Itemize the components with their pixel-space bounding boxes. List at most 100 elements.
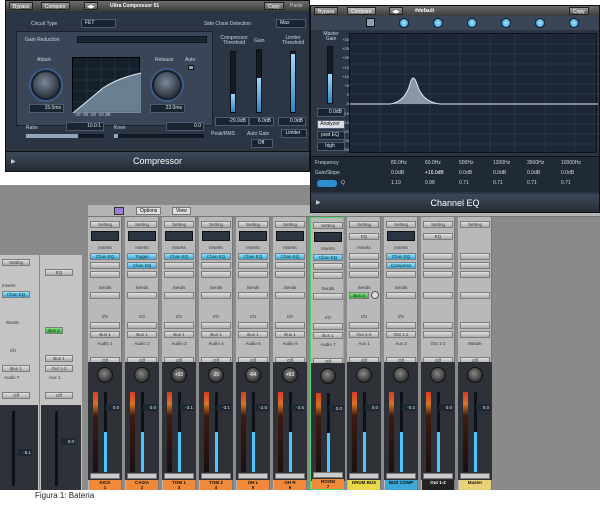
insert-slot-2[interactable] [423,262,453,269]
mute-solo-buttons[interactable] [275,473,305,479]
output-slot[interactable] [460,331,490,338]
automation-off[interactable]: Off [2,392,30,399]
mute-solo-buttons[interactable] [164,473,194,479]
setting-slot[interactable]: Setting [423,221,453,228]
send-slot[interactable] [90,292,120,299]
input-slot[interactable] [275,322,305,329]
channel-strip[interactable]: Setting Inserts Chan EQ Sends I/O Bus 1 Audio … [162,217,196,490]
copy-button[interactable]: Copy [264,2,284,10]
setting-slot[interactable]: Setting [313,222,343,229]
output2-slot[interactable]: Out 1-2 [45,365,73,372]
pan-knob[interactable]: -64 [245,367,261,383]
insert-slot-3[interactable] [238,271,268,278]
ratio-value[interactable]: 10.0:1 [66,122,104,131]
send-slot[interactable] [460,292,490,299]
eq-band-4-gain[interactable]: 0.0dB [493,170,506,176]
insert-slot-2[interactable] [349,262,379,269]
eq-band-1-gain[interactable]: 0.0dB [391,170,404,176]
insert-slot-2[interactable] [460,262,490,269]
channel-strip[interactable]: Setting Inserts Chan EQ Sends I/O Bus 1 Audio … [236,217,270,490]
insert-slot-3[interactable] [423,271,453,278]
circuit-type-select[interactable]: FET [81,19,116,28]
pan-knob[interactable] [467,367,483,383]
limiter-button[interactable]: Limiter [281,129,307,138]
mute-solo-buttons[interactable] [127,473,157,479]
insert-slot-3[interactable] [460,271,490,278]
output-slot[interactable]: Bus 1 [238,331,268,338]
channel-name-tag[interactable]: TOM 13 [163,480,195,490]
eq-band-1-q[interactable]: 1.10 [391,180,401,186]
insert-slot-3[interactable] [386,271,416,278]
channel-name-tag[interactable]: Master [459,480,491,490]
insert-slot-1[interactable]: Chan EQ [201,253,231,260]
options-menu[interactable]: Options [136,207,162,215]
output-slot[interactable]: Bus 1 [2,365,30,372]
gain-slider[interactable] [256,49,262,113]
band6-toggle[interactable] [569,18,579,28]
insert-slot-3[interactable] [349,271,379,278]
channel-strip[interactable]: Setting Inserts Trigger Chan EQ Sends I/O Bus … [125,217,159,490]
insert-slot-2[interactable]: Compress [386,262,416,269]
prev-preset-button[interactable]: ◀▶ [389,7,403,15]
insert-slot-3[interactable] [313,272,343,279]
band3-toggle[interactable] [467,18,477,28]
eq-thumbnail[interactable] [91,231,119,241]
channel-strip[interactable]: Setting EQ Out 1-2 Off 0.0 Out 1-2 [421,217,455,490]
send-slot[interactable] [238,292,268,299]
send-slot[interactable] [201,292,231,299]
insert-slot-3[interactable] [201,271,231,278]
bypass-button[interactable]: Bypass [9,2,34,10]
channel-strip[interactable]: Setting Inserts Chan EQ Sends I/O Bus 1 Audio … [273,217,307,490]
mute-solo-buttons[interactable] [460,473,490,479]
channel-name-tag[interactable]: CAIXA 2 [126,480,158,490]
input-slot[interactable] [349,322,379,329]
limiter-value[interactable]: 0.0dB [278,117,306,126]
insert-slot-3[interactable] [275,271,305,278]
ratio-slider[interactable] [26,134,104,138]
eq-thumbnail[interactable] [314,232,342,242]
eq-band-4-q[interactable]: 0.71 [493,180,503,186]
pan-knob[interactable] [97,367,113,383]
insert-slot-1[interactable] [423,253,453,260]
eq-thumbnail[interactable] [239,231,267,241]
insert-slot-3[interactable] [90,271,120,278]
insert-slot-1[interactable]: Chan EQ [90,253,120,260]
compare-button[interactable]: Compare [41,2,70,10]
eq-thumbnail[interactable] [387,231,415,241]
setting-slot[interactable]: Setting [2,259,30,266]
output-slot[interactable]: Bus 1 [127,331,157,338]
send-slot[interactable]: Bus 2 [45,327,63,334]
auto-gain-select[interactable]: Off [251,139,273,148]
link-toggle[interactable] [317,180,337,187]
input-slot[interactable] [313,323,343,330]
insert-slot-2[interactable] [201,262,231,269]
send-level-knob[interactable] [371,291,379,299]
eq-band-6-freq[interactable]: 10000Hz [561,160,581,166]
eq-band-3-gain[interactable]: 0.0dB [459,170,472,176]
compare-button[interactable]: Compare [347,7,376,15]
channel-name-tag[interactable]: DRUM BUS [348,480,380,490]
insert-slot-2[interactable] [238,262,268,269]
pan-knob[interactable] [134,367,150,383]
eq-band-3-freq[interactable]: 500Hz [459,160,473,166]
gain-value[interactable]: 6.0dB [249,117,274,126]
insert-slot-1[interactable] [460,253,490,260]
pan-knob[interactable] [320,368,336,384]
copy-button[interactable]: Copy [569,7,589,15]
insert-slot-2[interactable] [90,262,120,269]
output-slot[interactable]: Bus 1 [45,355,73,362]
output-slot[interactable] [423,331,453,338]
insert-slot-2[interactable] [164,262,194,269]
insert-slot-1[interactable]: Chan EQ [386,253,416,260]
pan-knob[interactable]: +63 [282,367,298,383]
output-slot[interactable]: Out 1-2 [386,331,416,338]
lowcut-icon[interactable] [366,18,375,27]
mute-solo-buttons[interactable] [313,472,343,478]
mute-solo-buttons[interactable] [201,473,231,479]
mute-solo-buttons[interactable] [238,473,268,479]
insert-slot-1[interactable]: Chan EQ [275,253,305,260]
output-slot[interactable]: Bus 1 [201,331,231,338]
bypass-button[interactable]: Bypass [314,7,339,15]
channel-name-tag[interactable]: ROOM 7 [312,479,344,489]
setting-slot[interactable]: Setting [90,221,120,228]
